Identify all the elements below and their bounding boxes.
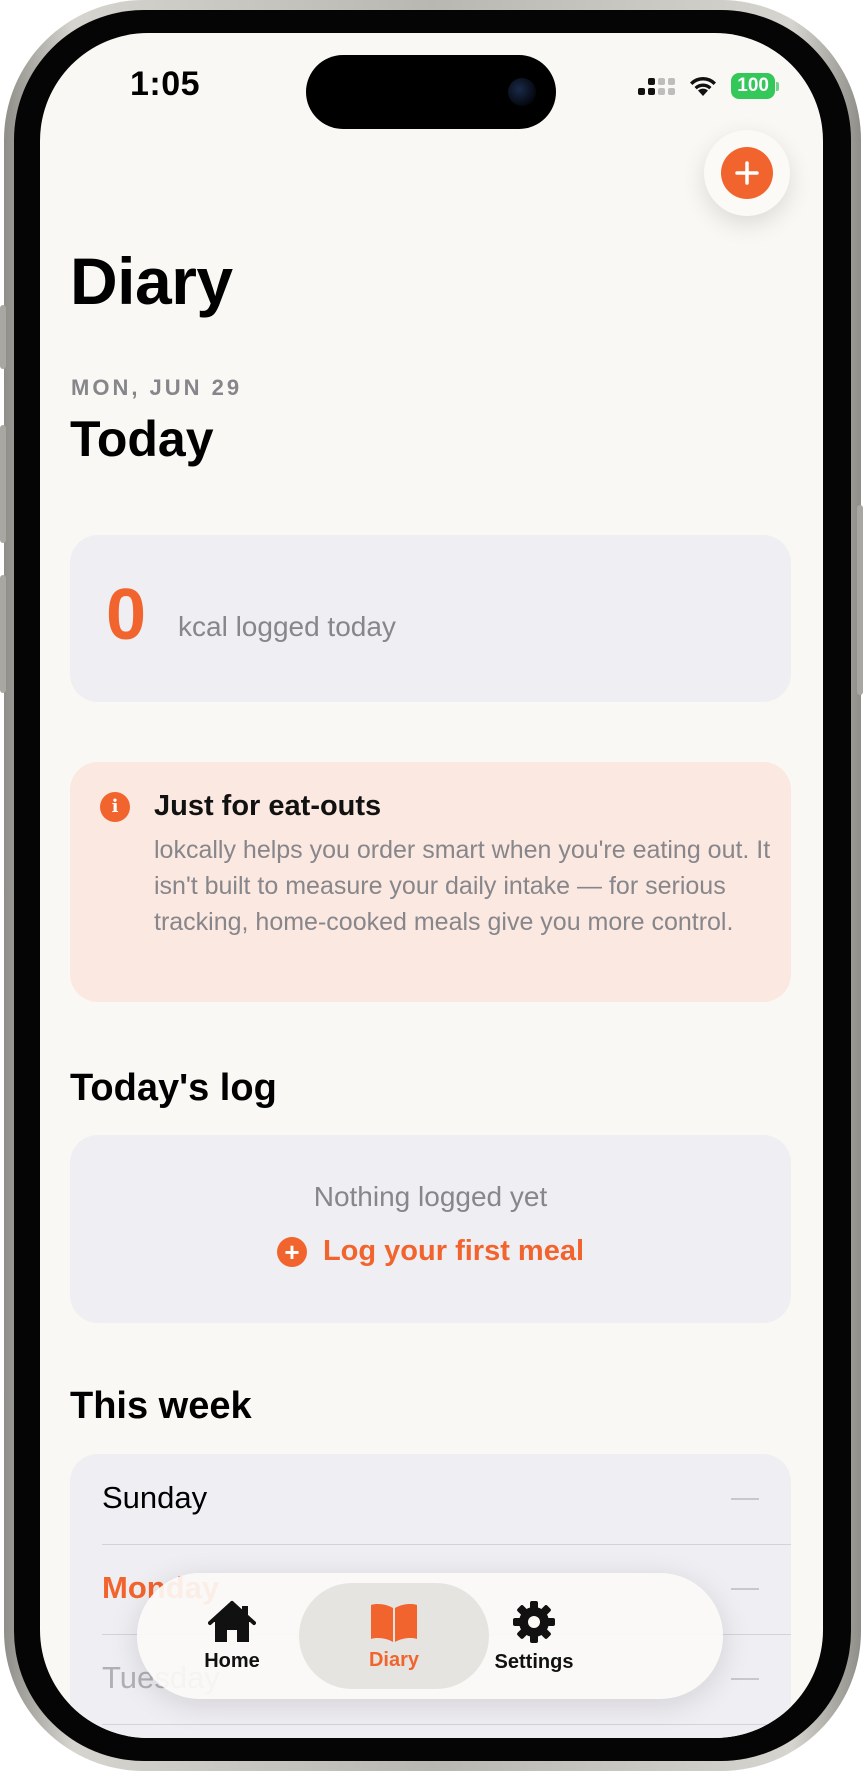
volume-down-button — [0, 575, 6, 693]
page-title: Diary — [70, 244, 233, 318]
power-button — [857, 505, 863, 695]
notice-title: Just for eat-outs — [154, 790, 382, 822]
house-icon — [208, 1600, 256, 1642]
add-entry-button[interactable] — [704, 130, 790, 216]
todays-log-heading: Today's log — [70, 1067, 277, 1109]
app-screen: 1:05 100 Diary MON, JUN 29 Today 0 kcal … — [40, 33, 823, 1738]
plus-icon — [721, 147, 773, 199]
gear-icon — [513, 1600, 555, 1643]
todays-log-card: Nothing logged yet + Log your first meal — [70, 1135, 791, 1323]
day-heading: Today — [70, 411, 214, 467]
week-day-value — [731, 1678, 759, 1680]
week-row-sunday[interactable]: Sunday — [102, 1454, 791, 1545]
battery-level: 100 — [731, 73, 775, 99]
log-first-meal-label: Log your first meal — [322, 1235, 585, 1267]
dynamic-island — [306, 55, 556, 129]
week-day-value — [731, 1498, 759, 1500]
battery-icon: 100 — [731, 73, 779, 99]
date-caption: MON, JUN 29 — [71, 375, 243, 400]
week-day-value — [731, 1588, 759, 1590]
tab-settings[interactable]: Settings — [439, 1583, 629, 1689]
mute-switch — [0, 305, 6, 369]
week-day-name: Sunday — [102, 1480, 208, 1515]
tab-label: Diary — [368, 1648, 420, 1671]
kcal-summary-card: 0 kcal logged today — [70, 535, 791, 702]
plus-circle-icon: + — [276, 1236, 307, 1267]
status-icons: 100 — [638, 71, 779, 101]
log-first-meal-button[interactable]: + Log your first meal — [70, 1235, 791, 1268]
camera-icon — [508, 78, 536, 106]
this-week-heading: This week — [70, 1385, 252, 1427]
volume-up-button — [0, 425, 6, 543]
book-icon — [371, 1603, 417, 1642]
tab-bar: Home Diary Settings — [137, 1573, 723, 1699]
kcal-value: 0 — [106, 575, 147, 655]
empty-state-text: Nothing logged yet — [313, 1181, 548, 1212]
kcal-label: kcal logged today — [178, 611, 396, 642]
tab-label: Settings — [494, 1650, 574, 1673]
cellular-signal-icon — [638, 77, 676, 95]
notice-body: lokcally helps you order smart when you'… — [154, 836, 771, 936]
info-icon: i — [100, 792, 130, 822]
status-time: 1:05 — [130, 65, 201, 103]
tab-label: Home — [204, 1649, 260, 1672]
eat-outs-notice: i Just for eat-outs lokcally helps you o… — [70, 762, 791, 1002]
wifi-icon — [690, 76, 717, 96]
